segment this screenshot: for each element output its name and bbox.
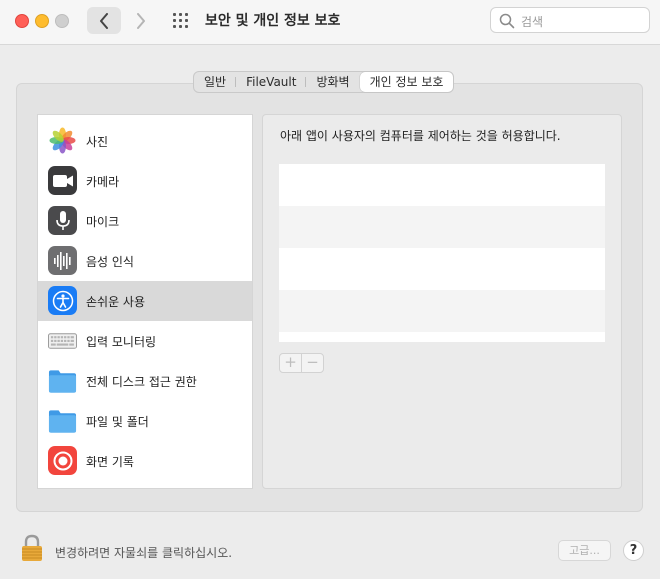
remove-app-button[interactable]: −	[302, 354, 323, 372]
privacy-category-list[interactable]: 사진 카메라 마이크 음성 인식 손쉬운 사용 입력 모니터링 전체 디스크 접…	[37, 114, 253, 489]
sidebar-item-label: 카메라	[86, 175, 120, 189]
window-title: 보안 및 개인 정보 보호	[205, 13, 341, 29]
keyboard-icon	[48, 326, 77, 355]
add-remove-control: + −	[279, 353, 324, 373]
lock-hint-text: 변경하려면 자물쇠를 클릭하십시오.	[55, 546, 233, 560]
tab-general[interactable]: 일반	[194, 72, 237, 92]
close-button[interactable]	[15, 14, 29, 28]
sidebar-item-full-disk-access[interactable]: 전체 디스크 접근 권한	[38, 361, 252, 401]
tab-privacy[interactable]: 개인 정보 보호	[359, 72, 454, 92]
advanced-button[interactable]: 고급...	[558, 540, 611, 561]
screen-recording-icon	[48, 446, 77, 475]
camera-icon	[48, 166, 77, 195]
list-item[interactable]	[279, 248, 605, 290]
forward-button[interactable]	[124, 7, 158, 34]
sidebar-item-microphone[interactable]: 마이크	[38, 201, 252, 241]
sidebar-item-screen-recording[interactable]: 화면 기록	[38, 441, 252, 481]
search-icon	[499, 13, 515, 29]
folder-icon	[48, 406, 77, 435]
title-bar: 보안 및 개인 정보 보호 검색	[0, 0, 660, 45]
sidebar-item-label: 마이크	[86, 215, 120, 229]
folder-icon	[48, 366, 77, 395]
tab-filevault[interactable]: FileVault	[236, 72, 307, 92]
accessibility-icon	[48, 286, 77, 315]
chevron-left-icon	[100, 12, 108, 29]
list-item[interactable]	[279, 164, 605, 206]
sidebar-item-label: 화면 기록	[86, 455, 134, 469]
sidebar-item-label: 전체 디스크 접근 권한	[86, 375, 197, 389]
speech-recognition-icon	[48, 246, 77, 275]
back-button[interactable]	[87, 7, 121, 34]
sidebar-item-files-and-folders[interactable]: 파일 및 폴더	[38, 401, 252, 441]
sidebar-item-label: 파일 및 폴더	[86, 415, 149, 429]
sidebar-item-input-monitoring[interactable]: 입력 모니터링	[38, 321, 252, 361]
sidebar-item-photos[interactable]: 사진	[38, 121, 252, 161]
lock-icon[interactable]	[20, 534, 44, 566]
sidebar-item-accessibility[interactable]: 손쉬운 사용	[38, 281, 252, 321]
sidebar-item-label: 음성 인식	[86, 255, 134, 269]
help-button[interactable]: ?	[623, 540, 644, 561]
microphone-icon	[48, 206, 77, 235]
allowed-apps-list[interactable]	[279, 164, 605, 342]
sidebar-item-camera[interactable]: 카메라	[38, 161, 252, 201]
minimize-button[interactable]	[35, 14, 49, 28]
search-placeholder: 검색	[521, 15, 544, 29]
search-field[interactable]: 검색	[490, 7, 650, 33]
list-item[interactable]	[279, 206, 605, 248]
list-item[interactable]	[279, 290, 605, 332]
sidebar-item-label: 손쉬운 사용	[86, 295, 146, 309]
sidebar-item-label: 사진	[86, 135, 109, 149]
show-all-grid-icon[interactable]	[173, 13, 189, 29]
add-app-button[interactable]: +	[280, 354, 302, 372]
tab-bar: 일반 FileVault 방화벽 개인 정보 보호	[193, 71, 455, 93]
zoom-button[interactable]	[55, 14, 69, 28]
tab-firewall[interactable]: 방화벽	[306, 72, 359, 92]
sidebar-item-speech-recognition[interactable]: 음성 인식	[38, 241, 252, 281]
photos-icon	[48, 126, 77, 155]
chevron-right-icon	[137, 12, 145, 29]
sidebar-item-label: 입력 모니터링	[86, 335, 157, 349]
permission-description: 아래 앱이 사용자의 컴퓨터를 제어하는 것을 허용합니다.	[280, 129, 561, 143]
